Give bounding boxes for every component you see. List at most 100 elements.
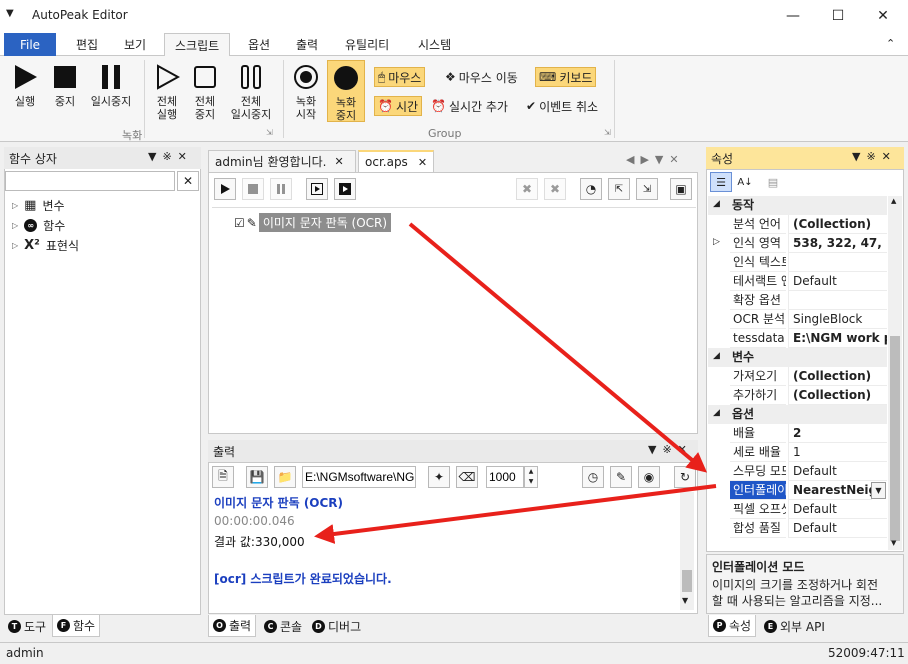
expand-arrow-icon[interactable]: ▷ [713,237,720,247]
delete-button[interactable]: ▣ [670,178,692,200]
tree-item-functions[interactable]: ▷ ∞ 함수 [12,217,65,234]
property-row[interactable]: 분석 언어 (Collection) [730,215,887,234]
expand-arrow-icon[interactable]: ▷ [12,201,18,210]
close-tab-icon[interactable]: ✕ [334,155,343,168]
tab-properties[interactable]: P 속성 [708,615,757,637]
expand-arrow-icon[interactable]: ▷ [12,241,18,250]
record-stop-button[interactable]: 녹화 중지 [327,60,365,122]
run-all-button[interactable]: 전체 실행 [150,64,184,121]
tab-file[interactable]: File [4,33,56,56]
expand-arrow-icon[interactable]: ▷ [12,221,18,230]
dropdown-button[interactable]: ▼ [871,482,886,499]
tab-tools[interactable]: T 도구 [4,615,50,637]
output-new-button[interactable]: 🗎 [212,466,234,488]
property-row[interactable]: OCR 분석 SingleBlock [730,310,887,329]
property-row[interactable]: tessdata 폴더E:\NGM work p [730,329,887,348]
collapse-ribbon-icon[interactable]: ⌃ [886,37,895,50]
category-variables[interactable]: 변수 [708,348,887,367]
system-menu-icon[interactable]: ▼ [6,8,14,19]
collapse-arrow-icon[interactable]: ◢ [713,408,720,418]
panel-header-icons[interactable]: ▼※✕ [648,443,693,456]
output-erase-button[interactable]: ⌫ [456,466,478,488]
line-count-input[interactable] [486,466,524,488]
property-row[interactable]: 인식 텍스트 [730,253,887,272]
tree-item-variables[interactable]: ▷ ▦ 변수 [12,197,65,214]
collapse-arrow-icon[interactable]: ◢ [713,351,720,361]
dialog-launcher-icon[interactable]: ⇲ [604,128,611,137]
tab-welcome[interactable]: admin님 환영합니다. ✕ [208,150,356,172]
panel-header-icons[interactable]: ▼※✕ [852,150,897,163]
tab-system[interactable]: 시스템 [408,33,461,56]
property-row[interactable]: 확장 옵션 [730,291,887,310]
collapse-button[interactable]: ⇲ [636,178,658,200]
keyboard-toggle[interactable]: ⌨ 키보드 [535,67,597,87]
tab-output[interactable]: 출력 [286,33,328,56]
tab-functions[interactable]: F 함수 [52,615,101,637]
editor-step-button[interactable] [306,178,328,200]
record-start-button[interactable]: 녹화 시작 [289,64,323,121]
time-toggle[interactable]: ⏰ 시간 [374,96,423,116]
maximize-button[interactable]: ☐ [815,0,861,32]
categorized-view-button[interactable]: ☰ [710,172,732,192]
panel-header-icons[interactable]: ▼※✕ [148,150,193,163]
property-row[interactable]: 픽셀 오프셋Default [730,500,887,519]
output-refresh-button[interactable]: ↻ [674,466,696,488]
property-row-selected[interactable]: 인터폴레이션 모드NearestNeighbor [730,481,887,500]
property-row[interactable]: 배율 2 [730,424,887,443]
scroll-up-icon[interactable]: ▲ [891,197,896,205]
property-row[interactable]: 추가하기 (Collection) [730,386,887,405]
output-color-button[interactable]: ✎ [610,466,632,488]
category-options[interactable]: 옵션 [708,405,887,424]
editor-gauge-button[interactable]: ◔ [580,178,602,200]
output-scroll-thumb[interactable] [682,570,692,592]
property-row[interactable]: 스무딩 모드Default [730,462,887,481]
tab-utility[interactable]: 유틸리티 [335,33,399,56]
tab-script[interactable]: 스크립트 [164,33,231,57]
mouse-toggle[interactable]: 🖱 마우스 [374,67,426,87]
script-node-ocr[interactable]: ☑ ✎ 이미지 문자 판독 (OCR) [234,213,392,232]
output-open-button[interactable]: 📁 [274,466,296,488]
stop-all-button[interactable]: 전체 중지 [188,64,222,121]
property-pages-button[interactable]: ▤ [762,172,784,192]
tab-scroll-icons[interactable]: ◀▶▼✕ [626,153,685,166]
editor-pause-button[interactable] [270,178,292,200]
event-cancel-toggle[interactable]: ✔ 이벤트 취소 [523,96,601,116]
realtime-add-toggle[interactable]: ⏰ 실시간 추가 [428,96,511,116]
close-button[interactable]: ✕ [860,0,906,32]
tab-ocr-aps[interactable]: ocr.aps ✕ [358,150,434,172]
property-row[interactable]: 테서랙트 엔진Default [730,272,887,291]
property-row[interactable]: 합성 품질 Default [730,519,887,538]
tab-view[interactable]: 보기 [114,33,156,56]
collapse-arrow-icon[interactable]: ◢ [713,199,720,209]
property-row[interactable]: 인식 영역538, 322, 47, 16 [730,234,887,253]
output-fill-button[interactable]: ◉ [638,466,660,488]
editor-disabled-button-2[interactable]: ✖ [544,178,566,200]
property-scrollbar[interactable]: ▲ ▼ [888,196,902,550]
property-scroll-thumb[interactable] [890,336,900,541]
editor-run-button[interactable] [214,178,236,200]
output-clean-button[interactable]: ✦ [428,466,450,488]
editor-disabled-button-1[interactable]: ✖ [516,178,538,200]
checkbox-checked-icon[interactable]: ☑ [234,216,245,230]
clear-search-button[interactable]: ✕ [177,171,199,191]
tab-edit[interactable]: 편집 [66,33,108,56]
output-scrollbar[interactable]: ▼ [680,492,694,610]
tree-item-expressions[interactable]: ▷ X² 표현식 [12,237,79,254]
close-tab-icon[interactable]: ✕ [418,156,427,169]
tab-debug[interactable]: D 디버그 [308,615,365,637]
scroll-down-icon[interactable]: ▼ [891,539,896,547]
function-search-input[interactable] [5,171,175,191]
property-row[interactable]: 가져오기 (Collection) [730,367,887,386]
scroll-down-icon[interactable]: ▼ [682,596,688,605]
editor-stop-button[interactable] [242,178,264,200]
property-row[interactable]: 세로 배율 1 [730,443,887,462]
dialog-launcher-icon[interactable]: ⇲ [266,128,273,137]
output-save-button[interactable]: 💾 [246,466,268,488]
mouse-move-toggle[interactable]: ❖ 마우스 이동 [442,67,521,87]
output-path-input[interactable] [302,466,416,488]
category-action[interactable]: 동작 [708,196,887,215]
run-button[interactable]: 실행 [8,64,42,108]
minimize-button[interactable]: — [770,0,816,32]
pause-all-button[interactable]: 전체 일시중지 [226,64,276,121]
pause-button[interactable]: 일시중지 [86,64,136,108]
